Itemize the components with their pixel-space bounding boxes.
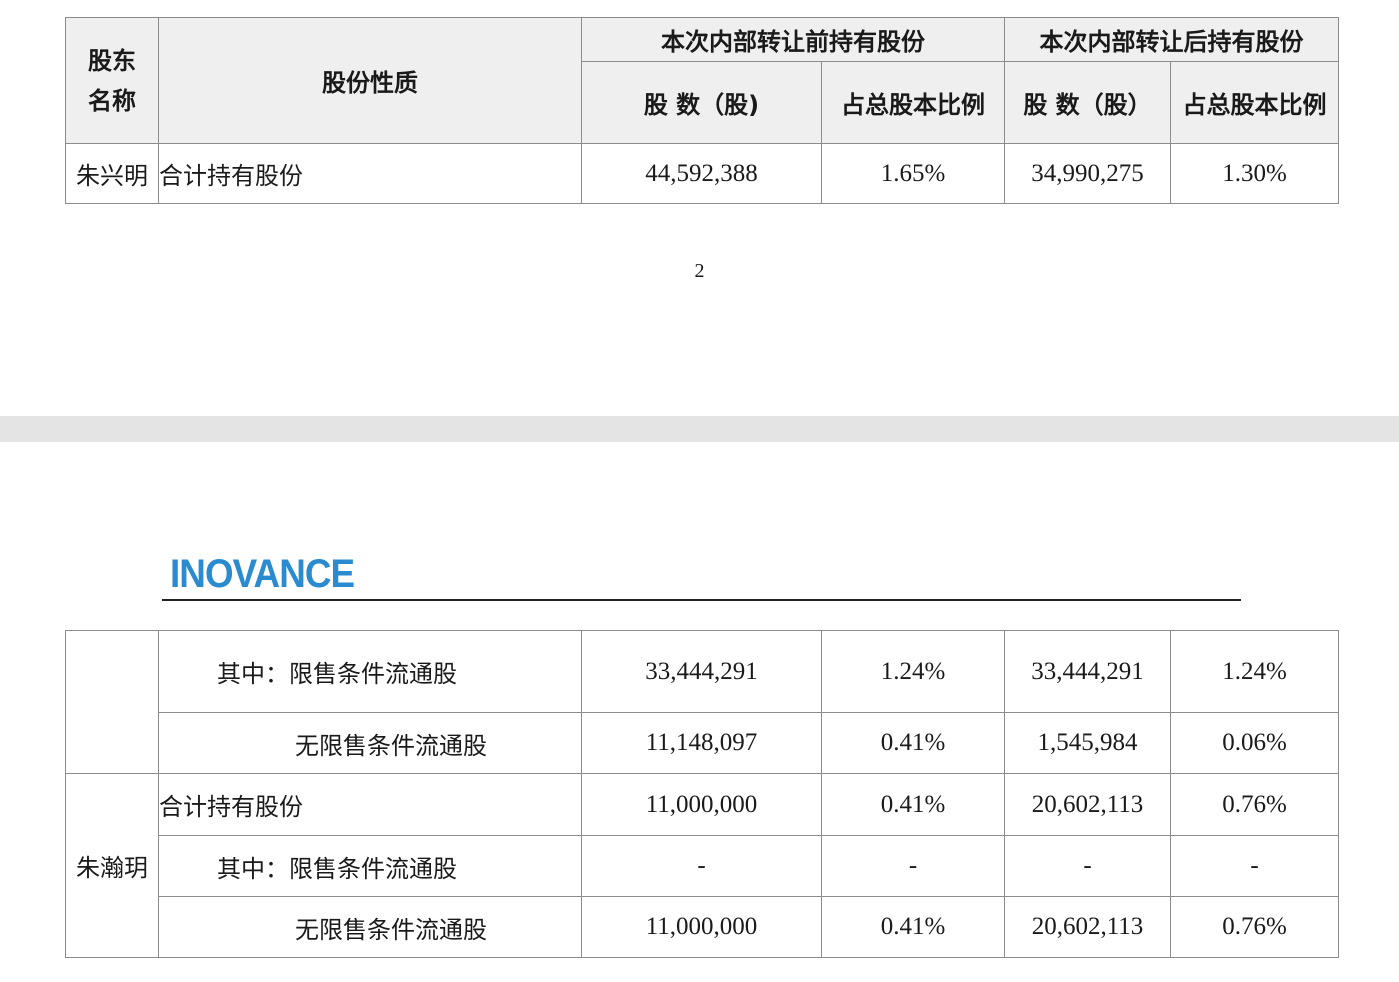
cell-ratio-after: -	[1170, 835, 1339, 897]
cell-shares-after: 34,990,275	[1004, 143, 1171, 204]
cell-ratio-before: 0.41%	[821, 773, 1005, 836]
cell-ratio-after: 0.76%	[1170, 773, 1339, 836]
cell-shares-before: 44,592,388	[581, 143, 822, 204]
cell-shares-after: 20,602,113	[1004, 773, 1171, 836]
cell-shares-after: 20,602,113	[1004, 896, 1171, 958]
header-ratio-before: 占总股本比例	[821, 61, 1005, 144]
cell-ratio-after: 0.06%	[1170, 712, 1339, 774]
cell-shares-before: 33,444,291	[581, 630, 822, 713]
cell-shares-after: 33,444,291	[1004, 630, 1171, 713]
page-number: 2	[694, 260, 705, 282]
header-ratio-after: 占总股本比例	[1170, 61, 1339, 144]
cell-shares-before: 11,000,000	[581, 773, 822, 836]
table-row: 其中：限售条件流通股 - - - -	[66, 835, 1339, 897]
cell-ratio-after: 0.76%	[1170, 896, 1339, 958]
header-group-after: 本次内部转让后持有股份	[1004, 17, 1339, 62]
cell-ratio-before: 0.41%	[821, 896, 1005, 958]
cell-nature: 其中：限售条件流通股	[158, 835, 582, 897]
cell-name	[65, 630, 159, 774]
cell-nature: 其中：限售条件流通股	[158, 630, 582, 713]
cell-shares-before: 11,148,097	[581, 712, 822, 774]
header-shares-after: 股 数（股）	[1004, 61, 1171, 144]
cell-ratio-before: -	[821, 835, 1005, 897]
table-row: 无限售条件流通股 11,000,000 0.41% 20,602,113 0.7…	[66, 896, 1339, 958]
cell-nature: 无限售条件流通股	[158, 712, 582, 774]
cell-ratio-before: 1.24%	[821, 630, 1005, 713]
cell-shares-after: 1,545,984	[1004, 712, 1171, 774]
page-separator	[0, 416, 1399, 442]
header-shareholder: 股东 名称	[65, 17, 159, 144]
cell-shares-before: -	[581, 835, 822, 897]
cell-name: 朱瀚玥	[65, 773, 159, 958]
cell-nature: 无限售条件流通股	[158, 896, 582, 958]
table-row: 朱瀚玥 合计持有股份 11,000,000 0.41% 20,602,113 0…	[65, 773, 1339, 958]
table-row: 其中：限售条件流通股 33,444,291 1.24% 33,444,291 1…	[65, 630, 1339, 774]
table-row: 无限售条件流通股 11,148,097 0.41% 1,545,984 0.06…	[66, 712, 1339, 774]
cell-shares-before: 11,000,000	[581, 896, 822, 958]
cell-name: 朱兴明	[65, 143, 159, 204]
inovance-logo: INOVANCE	[170, 552, 355, 596]
header-rule	[162, 599, 1241, 601]
cell-ratio-after: 1.30%	[1170, 143, 1339, 204]
shareholding-table-bottom: 其中：限售条件流通股 33,444,291 1.24% 33,444,291 1…	[65, 630, 1339, 958]
cell-shares-after: -	[1004, 835, 1171, 897]
header-group-before: 本次内部转让前持有股份	[581, 17, 1005, 62]
cell-ratio-before: 0.41%	[821, 712, 1005, 774]
cell-nature: 合计持有股份	[158, 143, 582, 204]
shareholding-table-top: 股东 名称 股份性质 本次内部转让前持有股份 本次内部转让后持有股份 股 数（股…	[65, 17, 1339, 204]
cell-nature: 合计持有股份	[158, 773, 582, 836]
header-shares-before: 股 数（股)	[581, 61, 822, 144]
cell-ratio-after: 1.24%	[1170, 630, 1339, 713]
cell-ratio-before: 1.65%	[821, 143, 1005, 204]
table-row: 朱兴明 合计持有股份 44,592,388 1.65% 34,990,275 1…	[65, 143, 1339, 204]
header-nature: 股份性质	[158, 17, 582, 144]
